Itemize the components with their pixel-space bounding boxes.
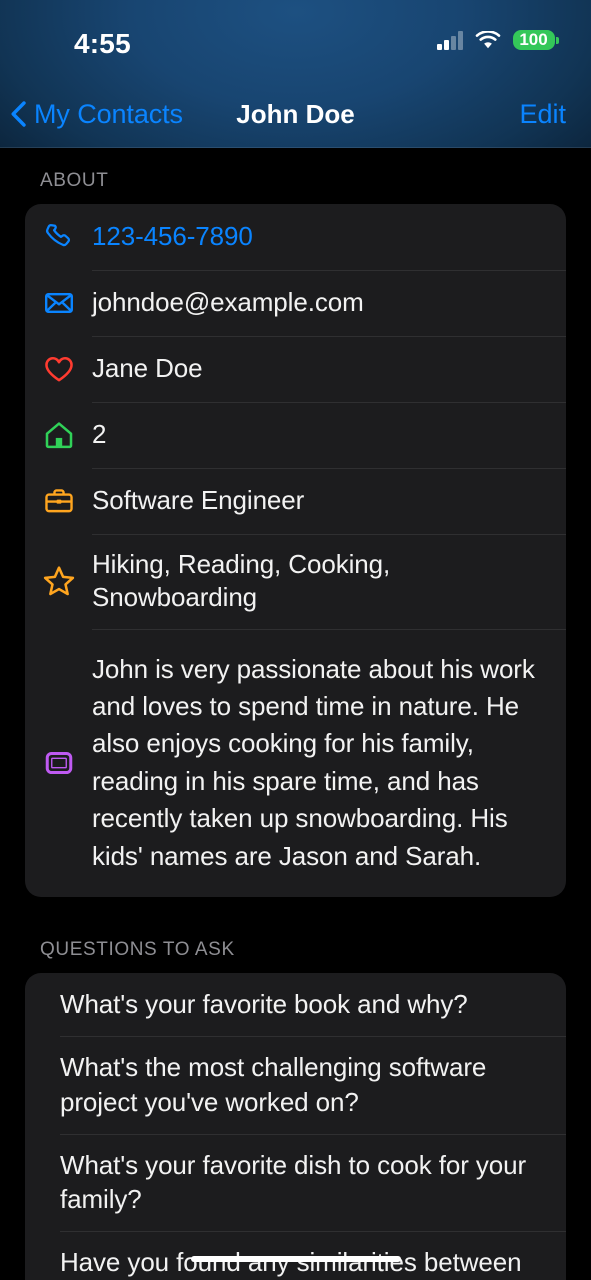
contact-detail-screen: 4:55 100 My Contacts John Doe Edit ABOUT… (0, 0, 591, 1280)
house-icon (25, 402, 92, 468)
about-card: 123-456-7890 johndoe@example.com Jane Do… (25, 204, 566, 898)
battery-percent-label: 100 (519, 30, 548, 49)
envelope-icon (25, 270, 92, 336)
question-text: What's your favorite book and why? (60, 989, 468, 1020)
edit-button[interactable]: Edit (519, 86, 566, 142)
battery-icon: 100 (512, 30, 559, 50)
about-row-notes[interactable]: John is very passionate about his work a… (25, 628, 566, 898)
question-item[interactable]: What's the most challenging software pro… (25, 1035, 566, 1134)
about-row-partner[interactable]: Jane Doe (25, 336, 566, 402)
question-text: What's the most challenging software pro… (60, 1051, 487, 1117)
note-icon (25, 629, 92, 898)
status-bar: 4:55 100 (0, 0, 591, 78)
question-item[interactable]: What's your favorite dish to cook for yo… (25, 1133, 566, 1232)
about-row-household[interactable]: 2 (25, 402, 566, 468)
star-icon (25, 534, 92, 629)
status-bar-indicators: 100 (437, 29, 559, 50)
about-row-value: Hiking, Reading, Cooking, Snowboarding (92, 549, 391, 613)
about-row-value: johndoe@example.com (92, 287, 364, 318)
about-row-email[interactable]: johndoe@example.com (25, 270, 566, 336)
navigation-bar: My Contacts John Doe Edit (0, 86, 591, 142)
cellular-signal-icon (437, 30, 463, 50)
about-row-occupation[interactable]: Software Engineer (25, 468, 566, 534)
questions-card: What's your favorite book and why? What'… (25, 973, 566, 1280)
questions-section-label: QUESTIONS TO ASK (40, 939, 235, 961)
heart-icon (25, 336, 92, 402)
app-header: 4:55 100 My Contacts John Doe Edit (0, 0, 591, 148)
home-indicator (190, 1256, 401, 1262)
phone-icon (25, 204, 92, 270)
briefcase-icon (25, 468, 92, 534)
question-item[interactable]: What's your favorite book and why? (25, 973, 566, 1036)
status-bar-time: 4:55 (74, 28, 131, 59)
question-text: What's your favorite dish to cook for yo… (60, 1149, 527, 1215)
wifi-icon (475, 29, 501, 50)
about-row-value: Jane Doe (92, 353, 203, 384)
scroll-content[interactable]: ABOUT 123-456-7890 johndoe@example.com J… (0, 148, 591, 1280)
about-row-value: John is very passionate about his work a… (92, 653, 535, 871)
about-row-interests[interactable]: Hiking, Reading, Cooking, Snowboarding (25, 534, 566, 629)
question-text: Have you found any similarities between … (60, 1247, 522, 1278)
about-row-phone[interactable]: 123-456-7890 (25, 204, 566, 270)
about-section-label: ABOUT (40, 170, 109, 191)
about-row-value: Software Engineer (92, 485, 305, 516)
about-row-value: 2 (92, 419, 107, 450)
about-row-value: 123-456-7890 (92, 221, 253, 252)
page-title: John Doe (236, 98, 355, 129)
